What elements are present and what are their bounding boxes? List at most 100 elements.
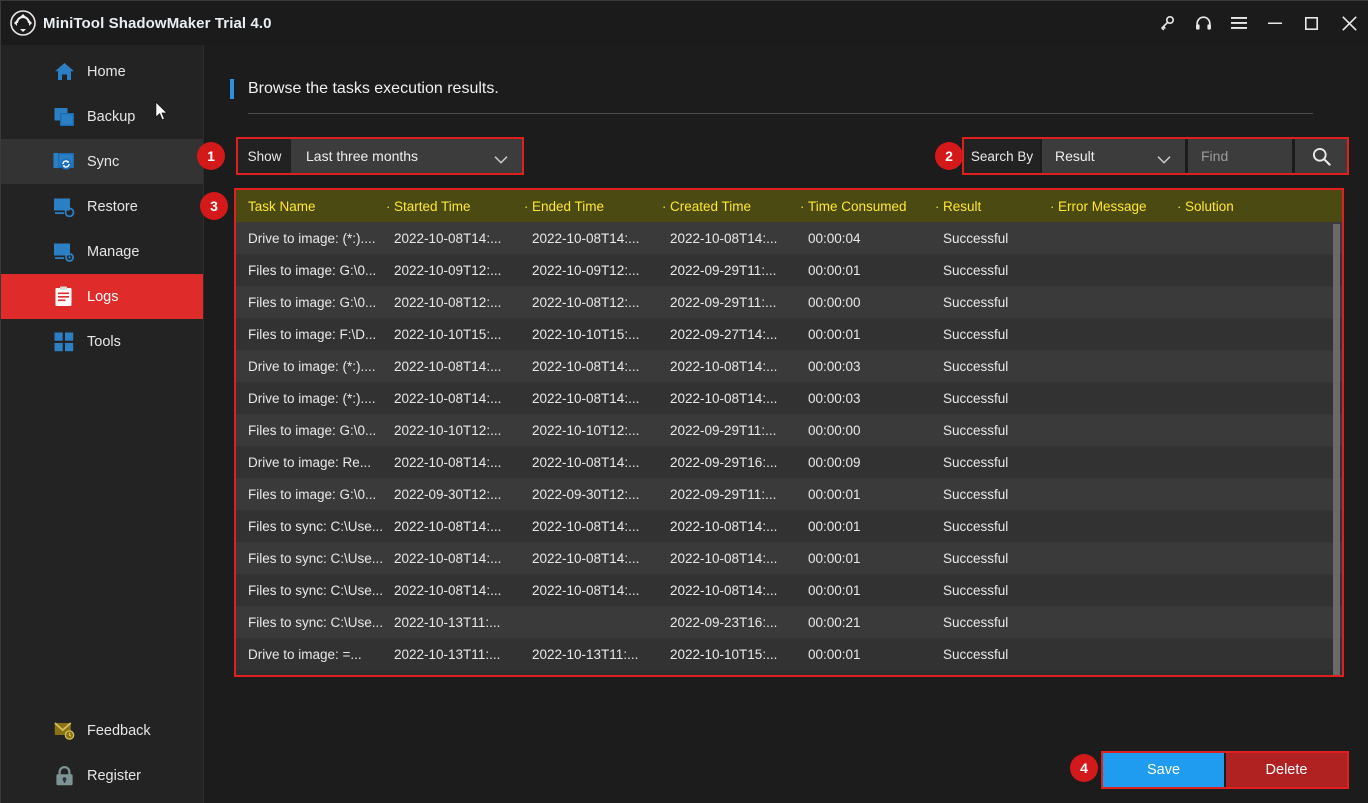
search-input[interactable] [1188,139,1292,173]
table-cell: 00:00:00 [808,295,943,310]
table-cell: 2022-10-10T15:... [394,327,532,342]
table-cell: 2022-09-29T11:... [670,263,808,278]
table-cell: 2022-09-29T16:... [670,455,808,470]
table-cell: 00:00:03 [808,391,943,406]
search-by-dropdown[interactable]: Result [1042,139,1185,173]
table-row[interactable]: Files to sync: C:\Use...2022-10-08T14:..… [236,510,1342,542]
table-cell: Successful [943,519,1058,534]
key-icon[interactable] [1149,1,1185,45]
tools-icon [53,331,75,353]
search-icon [1312,147,1331,166]
delete-button[interactable]: Delete [1226,753,1347,787]
column-separator-dot: · [1177,199,1181,214]
sidebar-item-home[interactable]: Home [1,49,203,94]
app-title: MiniTool ShadowMaker Trial 4.0 [43,15,272,32]
home-icon [53,61,75,83]
table-row[interactable]: Drive to image: (*:)....2022-10-08T14:..… [236,222,1342,254]
table-cell: 2022-09-30T12:... [394,487,532,502]
window-controls [1149,1,1368,45]
column-header-ended-time[interactable]: ·Ended Time [532,190,670,222]
column-header-task-name[interactable]: Task Name [236,190,394,222]
table-cell: Successful [943,263,1058,278]
sidebar-item-register[interactable]: Register [1,753,203,798]
table-cell: 2022-10-08T14:... [532,231,670,246]
column-separator-dot: · [386,199,390,214]
restore-icon [53,196,75,218]
table-cell: 2022-10-08T12:... [394,295,532,310]
table-cell: Files to image: G:\0... [236,295,394,310]
show-label: Show [238,139,291,173]
sidebar-item-backup[interactable]: Backup [1,94,203,139]
table-cell: 2022-10-10T15:... [670,647,808,662]
sidebar-item-restore[interactable]: Restore [1,184,203,229]
table-cell: Successful [943,295,1058,310]
sidebar-item-logs[interactable]: Logs [1,274,203,319]
table-row[interactable]: Drive to image: (*:)....2022-10-08T14:..… [236,382,1342,414]
minimize-icon[interactable] [1257,1,1293,45]
menu-icon[interactable] [1221,1,1257,45]
table-row[interactable]: Drive to image: =...2022-10-13T11:...202… [236,638,1342,670]
show-dropdown-value: Last three months [306,148,418,164]
manage-icon [53,241,75,263]
search-by-value: Result [1055,148,1095,164]
sidebar-item-manage[interactable]: Manage [1,229,203,274]
table-scrollbar[interactable] [1333,224,1340,675]
table-cell: Files to sync: C:\Use... [236,519,394,534]
table-cell: 2022-10-08T14:... [670,551,808,566]
table-row[interactable]: Drive to image: (*:)....2022-10-08T14:..… [236,350,1342,382]
table-row[interactable]: Files to image: F:\D...2022-10-10T15:...… [236,318,1342,350]
save-button[interactable]: Save [1103,753,1224,787]
table-cell: 2022-10-08T14:... [394,359,532,374]
sidebar-item-tools[interactable]: Tools [1,319,203,364]
search-button[interactable] [1295,139,1347,173]
table-cell: 2022-09-29T11:... [670,295,808,310]
table-cell: 2022-10-10T15:... [532,327,670,342]
table-row[interactable]: Files to sync: C:\Use...2022-10-13T11:..… [236,606,1342,638]
sidebar-item-sync[interactable]: Sync [1,139,203,184]
column-separator-dot: · [524,199,528,214]
column-header-error-message[interactable]: ·Error Message [1058,190,1185,222]
annotation-badge-1: 1 [197,142,225,170]
column-separator-dot: · [1050,199,1054,214]
sidebar-item-label: Feedback [87,723,151,739]
search-by-label: Search By [964,139,1040,173]
sidebar-item-feedback[interactable]: Feedback [1,708,203,753]
column-header-solution[interactable]: ·Solution [1185,190,1295,222]
table-scrollbar-thumb[interactable] [1333,224,1340,675]
header-divider [248,113,1313,114]
support-icon[interactable] [1185,1,1221,45]
column-header-started-time[interactable]: ·Started Time [394,190,532,222]
table-body: Drive to image: (*:)....2022-10-08T14:..… [236,222,1342,670]
show-filter-group: Show Last three months [236,137,524,175]
sidebar-item-label: Sync [87,154,119,170]
table-row[interactable]: Files to sync: C:\Use...2022-10-08T14:..… [236,542,1342,574]
column-header-time-consumed[interactable]: ·Time Consumed [808,190,943,222]
table-row[interactable]: Drive to image: Re...2022-10-08T14:...20… [236,446,1342,478]
table-cell: 2022-09-29T11:... [670,423,808,438]
table-cell: Successful [943,615,1058,630]
table-cell: 2022-10-08T14:... [532,359,670,374]
table-row[interactable]: Files to sync: C:\Use...2022-10-08T14:..… [236,574,1342,606]
column-header-result[interactable]: ·Result [943,190,1058,222]
sidebar-item-label: Manage [87,244,139,260]
table-row[interactable]: Files to image: G:\0...2022-09-30T12:...… [236,478,1342,510]
maximize-icon[interactable] [1293,1,1329,45]
sidebar: Home Backup [1,45,204,803]
table-cell: 2022-10-08T14:... [532,391,670,406]
table-cell: Successful [943,327,1058,342]
table-row[interactable]: Files to image: G:\0...2022-10-09T12:...… [236,254,1342,286]
annotation-badge-4: 4 [1070,754,1098,782]
column-header-created-time[interactable]: ·Created Time [670,190,808,222]
table-row[interactable]: Files to image: G:\0...2022-10-10T12:...… [236,414,1342,446]
page-title: Browse the tasks execution results. [248,80,499,98]
sidebar-item-label: Register [87,768,141,784]
backup-icon [53,106,75,128]
show-dropdown[interactable]: Last three months [291,139,522,173]
close-icon[interactable] [1329,1,1368,45]
column-separator-dot: · [800,199,804,214]
sidebar-nav: Home Backup [1,45,203,364]
table-cell: 2022-10-08T14:... [394,583,532,598]
table-row[interactable]: Files to image: G:\0...2022-10-08T12:...… [236,286,1342,318]
register-lock-icon [53,765,75,787]
logs-table: Task Name ·Started Time ·Ended Time ·Cre… [234,188,1344,677]
